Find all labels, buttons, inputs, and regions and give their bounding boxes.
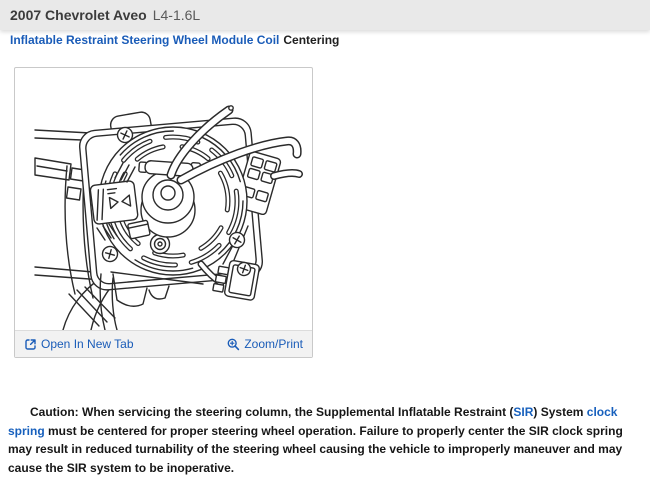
alignment-label	[90, 180, 138, 224]
caution-text-lead: Caution: When servicing the steering col…	[30, 405, 513, 419]
zoom-print-link[interactable]: Zoom/Print	[227, 337, 303, 351]
header-bar: 2007 Chevrolet Aveo L4-1.6L	[0, 0, 650, 30]
figure-footer: Open In New Tab Zoom/Print	[15, 330, 312, 357]
caution-text-tail: must be centered for proper steering whe…	[8, 424, 623, 475]
vehicle-title: 2007 Chevrolet Aveo	[10, 7, 147, 23]
coil-diagram	[15, 68, 312, 330]
engine-label: L4-1.6L	[153, 7, 200, 23]
open-in-new-tab-icon	[24, 338, 37, 351]
open-in-new-tab-link[interactable]: Open In New Tab	[24, 337, 134, 351]
clock-spring-line-art	[15, 68, 312, 330]
zoom-print-label: Zoom/Print	[244, 337, 303, 351]
module-coil-link[interactable]: Inflatable Restraint Steering Wheel Modu…	[10, 33, 279, 47]
figure-panel: Open In New Tab Zoom/Print	[14, 67, 313, 358]
doc-title: Inflatable Restraint Steering Wheel Modu…	[10, 33, 640, 47]
caution-text-mid: ) System	[533, 405, 586, 419]
small-block	[128, 220, 151, 239]
sir-link[interactable]: SIR	[513, 405, 533, 419]
open-in-new-tab-label: Open In New Tab	[41, 337, 134, 351]
centering-label: Centering	[283, 33, 339, 47]
magnifier-plus-icon	[227, 338, 240, 351]
caution-paragraph: Caution: When servicing the steering col…	[8, 403, 638, 477]
